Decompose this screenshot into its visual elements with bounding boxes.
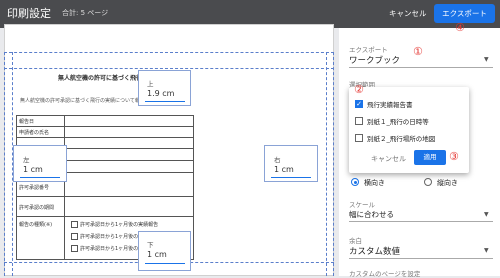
bottom-margin-underline — [145, 263, 185, 264]
landscape-radio[interactable] — [351, 178, 359, 186]
range-option[interactable]: ✓ 飛行実績報告書 — [355, 99, 413, 109]
export-select[interactable]: ワークブック — [349, 54, 400, 66]
range-option[interactable]: 別紙１_飛行の日時等 — [355, 116, 429, 126]
range-option-label: 別紙２_飛行場所の地図 — [367, 135, 436, 143]
export-label: エクスポート — [349, 46, 388, 54]
table-row-line — [16, 216, 194, 217]
export-underline — [349, 67, 493, 68]
bottom-margin-value[interactable]: 1 cm — [147, 250, 167, 259]
margin-underline — [349, 258, 493, 259]
callout-4: ④ — [455, 21, 465, 34]
bottom-margin-label: 下 — [147, 241, 154, 249]
chevron-down-icon[interactable]: ▼ — [484, 247, 489, 254]
margin-guide-right[interactable] — [326, 52, 327, 276]
scale-label: スケール — [349, 201, 375, 209]
right-margin-value[interactable]: 1 cm — [274, 165, 294, 174]
top-margin-box[interactable]: 上 1.9 cm — [138, 70, 191, 106]
scale-underline — [349, 221, 493, 222]
cancel-button[interactable]: キャンセル — [389, 8, 427, 19]
table-row-label: 許可承認の期間 — [19, 205, 55, 211]
margin-guide-top-edge — [4, 52, 334, 53]
margin-guide-top[interactable] — [4, 68, 334, 69]
report-type-option: 許可承認日から1ヶ月後の実績報告 — [71, 221, 158, 228]
table-row-label: 申請者の氏名 — [19, 130, 50, 136]
checkbox-icon[interactable] — [355, 117, 363, 125]
table-row-line — [16, 196, 194, 197]
table-row-label: 許可承認番号 — [19, 185, 50, 191]
portrait-radio[interactable] — [424, 178, 432, 186]
left-margin-value[interactable]: 1 cm — [23, 165, 43, 174]
left-margin-underline — [20, 177, 60, 178]
popup-apply-button[interactable]: 適用 — [414, 150, 446, 165]
callout-3: ③ — [449, 150, 459, 163]
chevron-down-icon[interactable]: ▼ — [484, 211, 489, 218]
chevron-down-icon[interactable]: ▼ — [484, 56, 489, 63]
margin-select[interactable]: カスタム数値 — [349, 245, 400, 257]
popup-cancel-button[interactable]: キャンセル — [371, 154, 406, 164]
left-margin-box[interactable]: 左 1 cm — [13, 145, 67, 182]
right-margin-box[interactable]: 右 1 cm — [264, 145, 318, 182]
right-margin-label: 右 — [274, 156, 281, 164]
range-option-label: 飛行実績報告書 — [367, 101, 413, 109]
portrait-label: 縦向き — [437, 179, 458, 187]
custom-page-label: カスタムのページを設定 — [349, 270, 421, 278]
right-margin-underline — [271, 177, 311, 178]
scale-select[interactable]: 幅に合わせる — [349, 209, 394, 220]
margin-guide-left-edge — [4, 52, 5, 276]
table-row-label: 報告日 — [19, 119, 35, 125]
top-margin-underline — [145, 101, 185, 102]
checkbox-checked-icon[interactable]: ✓ — [355, 100, 363, 108]
document-title: 無人航空機の許可に基づく飛行実 — [58, 75, 149, 82]
checkbox-icon[interactable] — [355, 134, 363, 142]
top-margin-label: 上 — [147, 80, 154, 88]
margin-label: 余白 — [349, 237, 362, 245]
callout-1: ① — [413, 45, 423, 58]
range-option[interactable]: 別紙２_飛行場所の地図 — [355, 133, 435, 143]
top-margin-value[interactable]: 1.9 cm — [147, 89, 174, 98]
margin-guide-right-edge — [333, 52, 334, 276]
range-option-label: 別紙１_飛行の日時等 — [367, 118, 429, 126]
table-row-line — [16, 137, 194, 138]
left-margin-label: 左 — [23, 156, 30, 164]
table-row-label: 報告の種類(※) — [19, 222, 53, 228]
table-row-line — [16, 126, 194, 127]
callout-2: ② — [354, 83, 364, 96]
landscape-label: 横向き — [364, 179, 385, 187]
bottom-margin-box[interactable]: 下 1 cm — [138, 231, 191, 271]
